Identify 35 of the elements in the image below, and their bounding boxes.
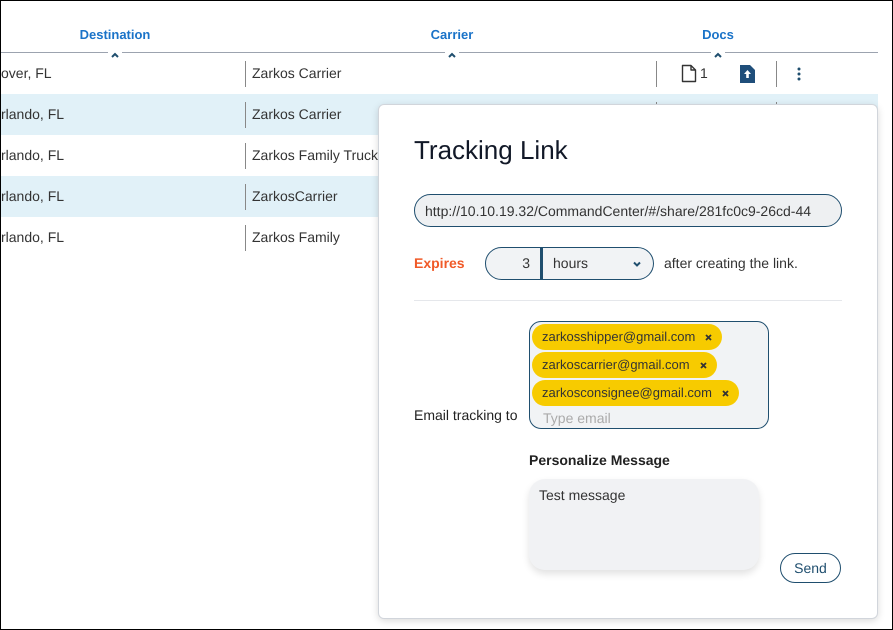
more-options-icon[interactable] [797, 66, 801, 80]
table-cell-text: Zarkos Family [252, 228, 340, 247]
email-chip[interactable]: zarkoscarrier@gmail.com [532, 352, 717, 378]
table-cell-text: ZarkosCarrier [252, 187, 338, 206]
popup-title: Tracking Link [414, 134, 569, 167]
unit-dropdown[interactable]: hours [541, 247, 654, 280]
email-chip[interactable]: zarkosconsignee@gmail.com [532, 380, 739, 406]
table-cell-text: over, FL [1, 64, 52, 83]
table-cell-text: rlando, FL [1, 228, 64, 247]
send-button[interactable]: Send [780, 553, 841, 583]
expires-note: after creating the link. [664, 254, 798, 273]
upload-file-icon[interactable] [740, 64, 755, 82]
table-cell-text: Zarkos Carrier [252, 64, 342, 83]
close-icon[interactable] [705, 334, 712, 340]
expires-label: Expires [414, 254, 466, 273]
message-field[interactable]: Test message [529, 479, 759, 570]
chevron-down-icon [633, 260, 641, 266]
table-cell-text: rlando, FL [1, 187, 64, 206]
column-header[interactable]: Destination [80, 28, 150, 41]
email-chip[interactable]: zarkosshipper@gmail.com [532, 324, 722, 350]
column-header[interactable]: Carrier [430, 28, 474, 41]
table-cell-text: rlando, FL [1, 146, 64, 165]
email-label: Email tracking to [414, 406, 518, 425]
amount-field[interactable]: 3 [485, 247, 541, 280]
close-icon[interactable] [700, 362, 707, 368]
link-field[interactable]: http://10.10.19.32/CommandCenter/#/share/281fc0c9-26cd-44 [414, 194, 842, 227]
table-cell-text: Zarkos Carrier [252, 105, 342, 124]
message-label: Personalize Message [529, 451, 671, 470]
email-field[interactable]: zarkosshipper@gmail.com zarkoscarrier@gmail.com zarkosconsignee@gmail.com Type email [529, 321, 769, 429]
column-header[interactable]: Docs [702, 28, 734, 41]
table-cell-text: rlando, FL [1, 105, 64, 124]
document-count: 1 [700, 64, 708, 83]
document-icon[interactable] [681, 64, 697, 83]
close-icon[interactable] [722, 390, 729, 396]
table-cell-text: Zarkos Family Truck [252, 146, 378, 165]
